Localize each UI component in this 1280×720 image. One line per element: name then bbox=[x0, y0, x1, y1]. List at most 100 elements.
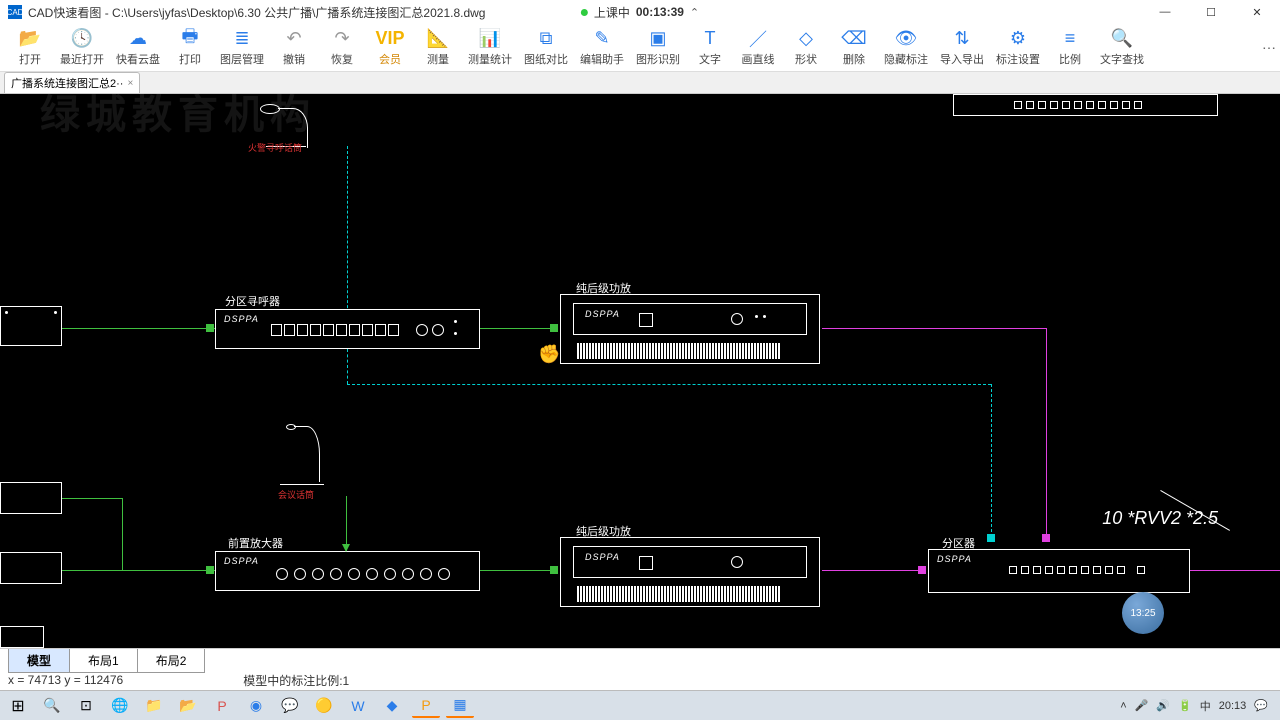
recent-button[interactable]: 🕓最近打开 bbox=[54, 25, 110, 71]
app-icon[interactable]: ◆ bbox=[378, 694, 406, 718]
wire-magenta-2 bbox=[822, 570, 922, 571]
measure-button[interactable]: 📐测量 bbox=[414, 25, 462, 71]
equipment-left-2a bbox=[0, 482, 62, 514]
clock-icon: 🕓 bbox=[71, 29, 93, 49]
import-export-icon: ⇅ bbox=[954, 29, 969, 49]
tab-model[interactable]: 模型 bbox=[8, 649, 70, 673]
wire-green-2c bbox=[480, 570, 553, 571]
preamp-label: 前置放大器 bbox=[228, 535, 283, 551]
status-bar: x = 74713 y = 112476 模型中的标注比例:1 bbox=[0, 670, 1280, 690]
undo-icon: ↶ bbox=[286, 29, 301, 49]
chevron-up-icon[interactable]: ⌃ bbox=[690, 6, 699, 19]
folder-icon[interactable]: 📂 bbox=[174, 694, 202, 718]
wire-green-mic2 bbox=[346, 496, 347, 551]
document-tab[interactable]: 广播系统连接图汇总2·· × bbox=[4, 72, 140, 93]
print-button[interactable]: 🖶打印 bbox=[166, 25, 214, 71]
powerpoint-icon[interactable]: P bbox=[208, 694, 236, 718]
toolbar-more-icon[interactable]: ⋯ bbox=[1262, 39, 1276, 56]
search-button[interactable]: 🔍 bbox=[38, 694, 66, 718]
window-controls: — ☐ ✕ bbox=[1142, 0, 1280, 24]
brand-label: DSPPA bbox=[585, 552, 620, 562]
text-button[interactable]: T文字 bbox=[686, 25, 734, 71]
cloud-icon: ☁ bbox=[129, 29, 147, 49]
class-status: 上课中 00:13:39 ⌃ bbox=[573, 2, 707, 22]
zone-pager-label: 分区寻呼器 bbox=[225, 293, 280, 309]
file-explorer-icon[interactable]: 📁 bbox=[140, 694, 168, 718]
ime-indicator[interactable]: 中 bbox=[1200, 698, 1211, 714]
eraser-icon: ⌫ bbox=[841, 29, 866, 49]
minimize-button[interactable]: — bbox=[1142, 0, 1188, 24]
edge-icon[interactable]: 🌐 bbox=[106, 694, 134, 718]
undo-button[interactable]: ↶撤销 bbox=[270, 25, 318, 71]
notifications-icon[interactable]: 💬 bbox=[1254, 699, 1268, 712]
word-icon[interactable]: W bbox=[344, 694, 372, 718]
tab-layout1[interactable]: 布局1 bbox=[69, 649, 138, 673]
chrome-icon[interactable]: 🟡 bbox=[310, 694, 338, 718]
clock[interactable]: 20:13 bbox=[1219, 700, 1247, 712]
zone-pager: DSPPA bbox=[215, 309, 480, 349]
start-button[interactable]: ⊞ bbox=[4, 694, 32, 718]
microphone-icon[interactable]: 🎤 bbox=[1135, 699, 1149, 712]
equipment-left-1 bbox=[0, 306, 62, 346]
redo-icon: ↷ bbox=[334, 29, 349, 49]
delete-button[interactable]: ⌫删除 bbox=[830, 25, 878, 71]
line-button[interactable]: ／画直线 bbox=[734, 25, 782, 71]
wire-green-2av bbox=[122, 498, 123, 570]
maximize-button[interactable]: ☐ bbox=[1188, 0, 1234, 24]
import-export-button[interactable]: ⇅导入导出 bbox=[934, 25, 990, 71]
cloud-button[interactable]: ☁快看云盘 bbox=[110, 25, 166, 71]
equipment-left-2b bbox=[0, 552, 62, 584]
wire-green-1b bbox=[480, 328, 553, 329]
wire-magenta-3 bbox=[1190, 570, 1280, 571]
amplifier-2: DSPPA bbox=[560, 537, 820, 607]
brand-label: DSPPA bbox=[585, 309, 620, 319]
settings-icon: ⚙ bbox=[1010, 29, 1026, 49]
anno-settings-button[interactable]: ⚙标注设置 bbox=[990, 25, 1046, 71]
stats-icon: 📊 bbox=[479, 29, 501, 49]
task-view-button[interactable]: ⊡ bbox=[72, 694, 100, 718]
open-button[interactable]: 📂打开 bbox=[6, 25, 54, 71]
folder-open-icon: 📂 bbox=[19, 29, 41, 49]
tab-layout2[interactable]: 布局2 bbox=[137, 649, 206, 673]
arrow-icon bbox=[1042, 534, 1050, 542]
wire-cyan-a bbox=[347, 349, 348, 384]
wire-green-1a bbox=[62, 328, 215, 329]
volume-icon[interactable]: 🔊 bbox=[1156, 699, 1170, 712]
document-tabstrip: 广播系统连接图汇总2·· × bbox=[0, 72, 1280, 94]
drawing-canvas[interactable]: 绿城教育机构 火警寻呼话筒 分区寻呼器 DSPPA 纯后级功放 DSPPA bbox=[0, 94, 1280, 648]
cad-running-icon[interactable]: ▦ bbox=[446, 694, 474, 718]
find-text-button[interactable]: 🔍文字查找 bbox=[1094, 25, 1150, 71]
shape-button[interactable]: ◇形状 bbox=[782, 25, 830, 71]
line-icon: ／ bbox=[749, 29, 767, 49]
layer-button[interactable]: ≣图层管理 bbox=[214, 25, 270, 71]
brand-label: DSPPA bbox=[937, 554, 972, 564]
tray-chevron-icon[interactable]: ˄ bbox=[1120, 700, 1126, 712]
status-dot-icon bbox=[581, 9, 588, 16]
arrow-icon bbox=[206, 566, 214, 574]
scale-button[interactable]: ≡比例 bbox=[1046, 25, 1094, 71]
vip-button[interactable]: VIP会员 bbox=[366, 25, 414, 71]
system-tray: ˄ 🎤 🔊 🔋 中 20:13 💬 bbox=[1120, 698, 1276, 714]
scale-icon: ≡ bbox=[1065, 29, 1076, 49]
browser2-icon[interactable]: ◉ bbox=[242, 694, 270, 718]
wire-magenta-1v bbox=[1046, 328, 1047, 538]
amplifier-1: DSPPA bbox=[560, 294, 820, 364]
compare-button[interactable]: ⧉图纸对比 bbox=[518, 25, 574, 71]
ppt-running-icon[interactable]: P bbox=[412, 694, 440, 718]
status-label: 上课中 bbox=[594, 4, 630, 21]
slot-row bbox=[271, 324, 399, 336]
edit-helper-button[interactable]: ✎编辑助手 bbox=[574, 25, 630, 71]
wechat-icon[interactable]: 💬 bbox=[276, 694, 304, 718]
mic2-label: 会议话筒 bbox=[278, 488, 314, 501]
hide-anno-button[interactable]: 👁隐藏标注 bbox=[878, 25, 934, 71]
recognize-button[interactable]: ▣图形识别 bbox=[630, 25, 686, 71]
timestamp-bubble: 13:25 bbox=[1122, 592, 1164, 634]
titlebar: CAD CAD快速看图 - C:\Users\jyfas\Desktop\6.3… bbox=[0, 0, 1280, 24]
text-icon: T bbox=[705, 29, 716, 49]
close-tab-icon[interactable]: × bbox=[127, 78, 133, 89]
redo-button[interactable]: ↷恢复 bbox=[318, 25, 366, 71]
measure-stats-button[interactable]: 📊测量统计 bbox=[462, 25, 518, 71]
arrow-icon bbox=[550, 324, 558, 332]
close-button[interactable]: ✕ bbox=[1234, 0, 1280, 24]
battery-icon[interactable]: 🔋 bbox=[1178, 699, 1192, 712]
